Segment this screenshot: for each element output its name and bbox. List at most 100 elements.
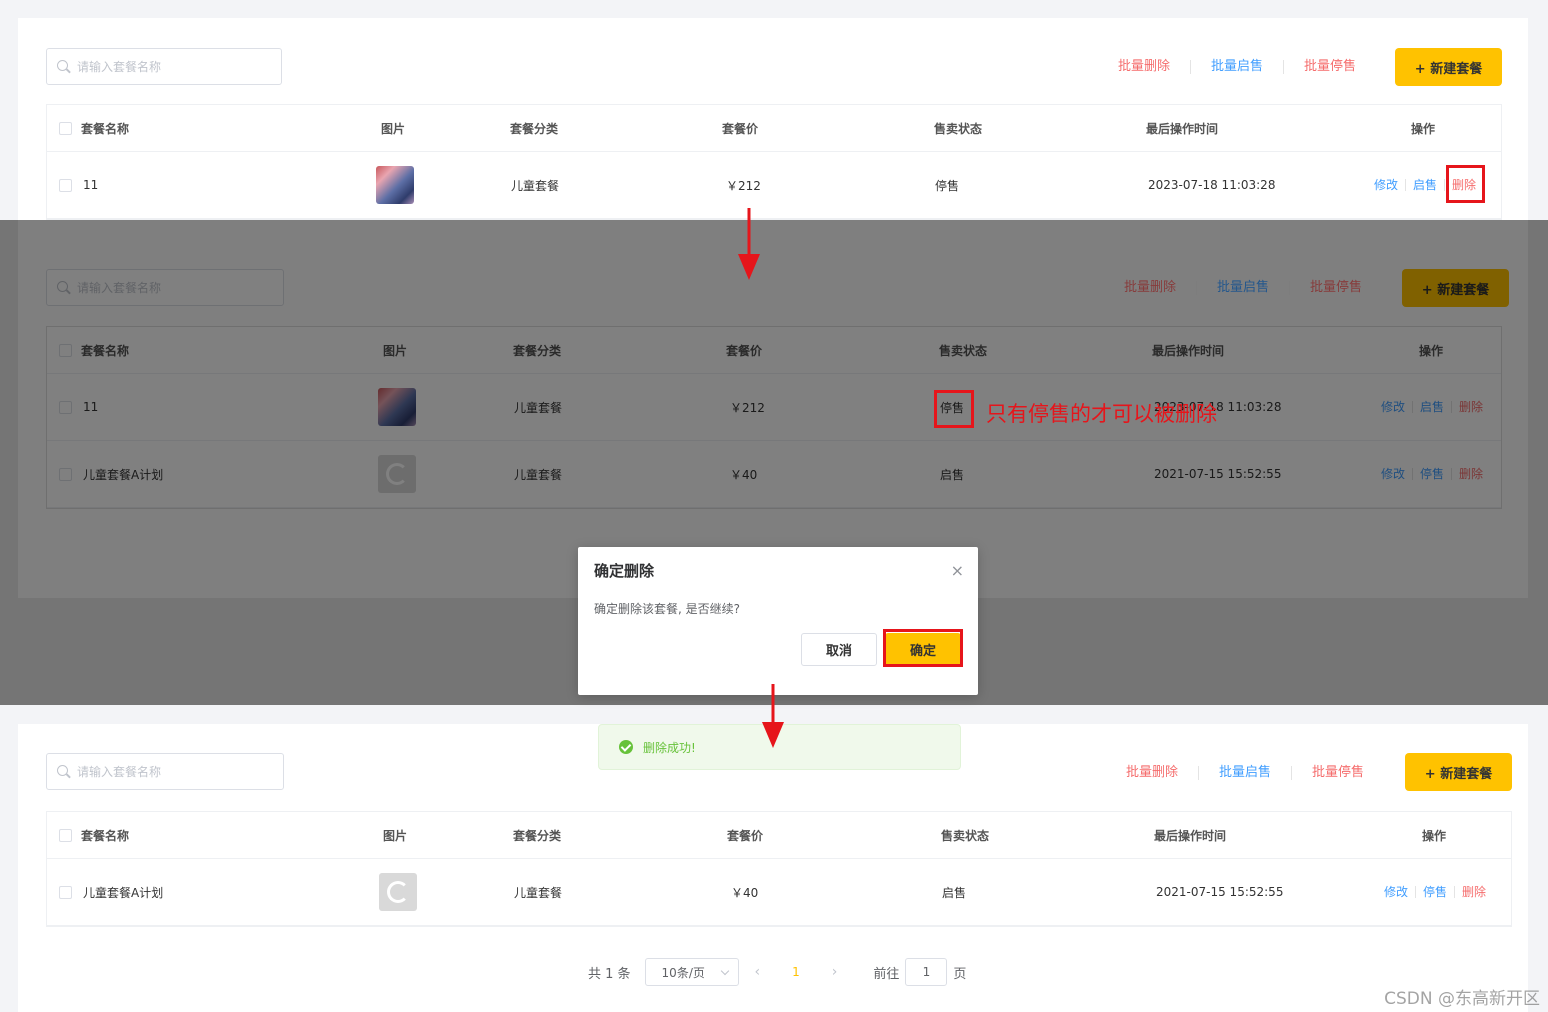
header-updated: 最后操作时间 bbox=[1152, 343, 1225, 358]
new-package-button[interactable]: + 新建套餐 bbox=[1395, 48, 1502, 86]
batch-enable-link[interactable]: 批量启售 bbox=[1198, 766, 1291, 780]
header-price: 套餐价 bbox=[726, 343, 763, 358]
select-all-checkbox[interactable] bbox=[59, 828, 72, 842]
row-updated: 2021-07-15 15:52:55 bbox=[1156, 885, 1284, 899]
header-name: 套餐名称 bbox=[81, 343, 130, 358]
search-icon bbox=[57, 764, 71, 779]
flow-arrow-down-icon bbox=[762, 684, 784, 748]
header-price: 套餐价 bbox=[727, 828, 764, 843]
header-category: 套餐分类 bbox=[510, 121, 559, 136]
cancel-button[interactable]: 取消 bbox=[801, 633, 877, 666]
toggle-sale-link: 停售 bbox=[1412, 468, 1451, 480]
package-panel-before: 请输入套餐名称 批量删除 批量启售 批量停售 + 新建套餐 套餐名称 图片 套餐… bbox=[18, 18, 1528, 220]
page-size-select[interactable]: 10条/页 bbox=[644, 958, 739, 986]
row-name: 11 bbox=[83, 178, 99, 192]
row-category: 儿童套餐 bbox=[514, 467, 563, 482]
search-icon bbox=[57, 59, 71, 74]
pagination: 共 1 条 10条/页 ‹ 1 › 前往 1 页 bbox=[588, 958, 966, 986]
header-price: 套餐价 bbox=[722, 121, 759, 136]
edit-link[interactable]: 修改 bbox=[1377, 886, 1415, 898]
table-header: 套餐名称 图片 套餐分类 套餐价 售卖状态 最后操作时间 操作 bbox=[47, 105, 1501, 152]
search-input[interactable]: 请输入套餐名称 bbox=[46, 753, 284, 790]
package-thumbnail bbox=[378, 388, 416, 426]
select-all-checkbox bbox=[59, 343, 72, 357]
row-price: ￥40 bbox=[731, 885, 759, 900]
toggle-sale-link[interactable]: 启售 bbox=[1405, 179, 1444, 191]
row-checkbox bbox=[59, 400, 72, 414]
batch-disable-link[interactable]: 批量停售 bbox=[1291, 766, 1384, 780]
batch-disable-link[interactable]: 批量停售 bbox=[1283, 60, 1376, 74]
search-input[interactable]: 请输入套餐名称 bbox=[46, 48, 282, 85]
header-image: 图片 bbox=[383, 828, 408, 843]
batch-disable-link: 批量停售 bbox=[1289, 281, 1382, 295]
batch-delete-link: 批量删除 bbox=[1124, 280, 1177, 295]
header-updated: 最后操作时间 bbox=[1154, 828, 1227, 843]
package-table-dimmed: 套餐名称 图片 套餐分类 套餐价 售卖状态 最后操作时间 操作 11 儿童套餐 … bbox=[46, 326, 1502, 509]
page-label: 页 bbox=[953, 966, 967, 982]
row-price: ￥40 bbox=[730, 467, 758, 482]
row-category: 儿童套餐 bbox=[511, 178, 560, 193]
batch-delete-link[interactable]: 批量删除 bbox=[1106, 766, 1198, 780]
watermark: CSDN @东高新开区 bbox=[1384, 989, 1540, 1009]
dialog-message: 确定删除该套餐, 是否继续? bbox=[594, 602, 740, 616]
table-row: 11 儿童套餐 ￥212 停售 2023-07-18 11:03:28 修改 启… bbox=[47, 374, 1501, 441]
row-updated: 2023-07-18 11:03:28 bbox=[1148, 178, 1276, 192]
row-name: 儿童套餐A计划 bbox=[83, 467, 164, 482]
row-status: 启售 bbox=[940, 467, 965, 482]
close-icon[interactable]: × bbox=[951, 561, 964, 580]
row-status: 启售 bbox=[942, 885, 967, 900]
package-thumbnail-placeholder bbox=[378, 455, 416, 493]
package-thumbnail bbox=[376, 166, 414, 204]
batch-actions: 批量删除 批量启售 批量停售 bbox=[1106, 766, 1384, 780]
table-row: 11 儿童套餐 ￥212 停售 2023-07-18 11:03:28 修改 启… bbox=[47, 152, 1501, 219]
row-checkbox bbox=[59, 467, 72, 481]
row-category: 儿童套餐 bbox=[514, 885, 563, 900]
annotation-note: 只有停售的才可以被删除 bbox=[986, 402, 1217, 426]
edit-link[interactable]: 修改 bbox=[1367, 179, 1405, 191]
select-all-checkbox[interactable] bbox=[59, 121, 72, 135]
next-page-icon[interactable]: › bbox=[832, 964, 838, 980]
batch-enable-link[interactable]: 批量启售 bbox=[1190, 60, 1283, 74]
batch-delete-link[interactable]: 批量删除 bbox=[1098, 60, 1190, 74]
table-row: 儿童套餐A计划 儿童套餐 ￥40 启售 2021-07-15 15:52:55 … bbox=[47, 441, 1501, 508]
confirm-delete-dialog: 确定删除 × 确定删除该套餐, 是否继续? 取消 确定 bbox=[578, 547, 978, 695]
row-actions: 修改 启售 删除 bbox=[1374, 374, 1490, 440]
delete-link[interactable]: 删除 bbox=[1454, 886, 1493, 898]
row-checkbox[interactable] bbox=[59, 885, 72, 899]
header-actions: 操作 bbox=[1411, 121, 1436, 136]
search-placeholder: 请输入套餐名称 bbox=[77, 281, 162, 295]
table-header: 套餐名称 图片 套餐分类 套餐价 售卖状态 最后操作时间 操作 bbox=[47, 812, 1511, 859]
row-status: 停售 bbox=[935, 178, 960, 193]
row-actions: 修改 停售 删除 bbox=[1374, 441, 1490, 507]
row-checkbox[interactable] bbox=[59, 178, 72, 192]
header-name: 套餐名称 bbox=[81, 828, 130, 843]
header-actions: 操作 bbox=[1419, 343, 1444, 358]
header-image: 图片 bbox=[381, 121, 406, 136]
package-panel-dimmed: 请输入套餐名称 批量删除 批量启售 批量停售 + 新建套餐 套餐名称 图片 套餐… bbox=[18, 220, 1528, 598]
highlight-box-confirm bbox=[883, 629, 963, 667]
logo-icon bbox=[387, 881, 409, 903]
flow-arrow-down-icon bbox=[738, 208, 760, 280]
table-header: 套餐名称 图片 套餐分类 套餐价 售卖状态 最后操作时间 操作 bbox=[47, 327, 1501, 374]
search-icon bbox=[57, 280, 71, 295]
edit-link: 修改 bbox=[1381, 467, 1406, 481]
current-page[interactable]: 1 bbox=[792, 965, 800, 979]
toggle-sale-link[interactable]: 停售 bbox=[1415, 886, 1454, 898]
prev-page-icon[interactable]: ‹ bbox=[755, 964, 761, 980]
pagination-total: 共 1 条 bbox=[588, 966, 631, 982]
search-placeholder: 请输入套餐名称 bbox=[77, 765, 162, 779]
header-status: 售卖状态 bbox=[939, 343, 988, 358]
highlight-box-delete bbox=[1446, 165, 1485, 203]
toast-message: 删除成功! bbox=[643, 740, 696, 755]
header-category: 套餐分类 bbox=[513, 343, 562, 358]
row-actions: 修改 停售 删除 bbox=[1377, 859, 1493, 925]
header-name: 套餐名称 bbox=[81, 121, 130, 136]
header-actions: 操作 bbox=[1422, 828, 1447, 843]
dialog-title: 确定删除 bbox=[594, 562, 655, 580]
logo-icon bbox=[386, 463, 408, 485]
new-package-button[interactable]: + 新建套餐 bbox=[1405, 753, 1512, 791]
row-category: 儿童套餐 bbox=[514, 400, 563, 415]
goto-page-input[interactable]: 1 bbox=[905, 958, 948, 986]
header-status: 售卖状态 bbox=[934, 121, 983, 136]
edit-link: 修改 bbox=[1381, 400, 1406, 414]
